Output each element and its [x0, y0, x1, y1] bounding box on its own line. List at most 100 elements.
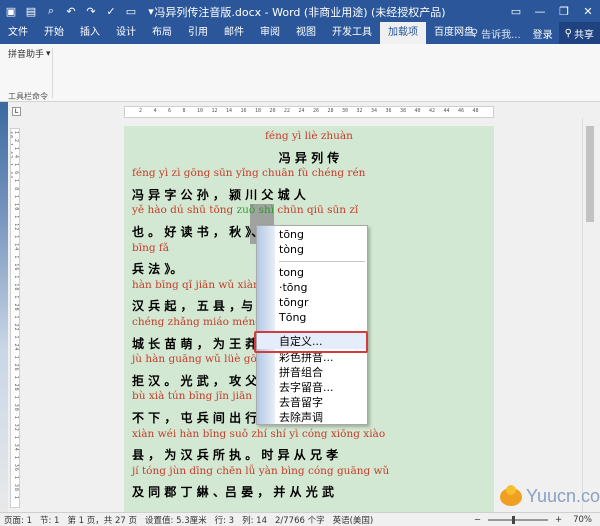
ruler-tick: 22: [284, 108, 291, 114]
ruler-tick: 42: [429, 108, 436, 114]
pinyin-helper-label: 拼音助手: [8, 50, 45, 60]
zoom-in-button[interactable]: +: [551, 515, 566, 525]
undo-icon[interactable]: ↶: [64, 4, 78, 18]
zoom-level[interactable]: 70%: [569, 515, 596, 525]
tab-mailings[interactable]: 邮件: [216, 22, 252, 44]
ruler-tick: 8: [182, 108, 186, 114]
save-icon[interactable]: ▣: [4, 4, 18, 18]
menu-item-capital-tong[interactable]: Tōng: [279, 311, 306, 324]
hanzi-line: 冯 异 字 公 孙 ， 颍 川 父 城 人: [132, 187, 306, 202]
tab-review[interactable]: 审阅: [252, 22, 288, 44]
menu-item-pinyin-combo[interactable]: 拼音组合: [279, 364, 323, 380]
menu-item-tong1[interactable]: tōng: [279, 228, 304, 241]
more-icon[interactable]: ▾: [144, 4, 158, 18]
tell-me-box[interactable]: ♀ 告诉我...: [465, 26, 527, 41]
close-icon[interactable]: ✕: [576, 0, 600, 22]
tab-insert[interactable]: 插入: [72, 22, 108, 44]
sign-in-button[interactable]: 登录: [527, 26, 559, 41]
watermark: Yuucn.com: [500, 484, 600, 507]
status-words[interactable]: 2/7766 个字: [271, 514, 329, 526]
vertical-ruler[interactable]: 1 2 1 4 1 6 1 8 1 10 1 12 1 14 1 16 1 18…: [10, 128, 20, 508]
menu-icon-column: [257, 226, 275, 424]
highlight-box: [254, 331, 368, 353]
status-section[interactable]: 节: 1: [36, 514, 63, 526]
zoom-slider[interactable]: [487, 515, 548, 524]
search-icon[interactable]: ⌕: [44, 4, 58, 18]
horizontal-ruler[interactable]: 2 4 6 8 10 12 14 16 18 20 22 24 26 28 30 32 34 36 38 40 42 44…: [124, 106, 494, 118]
open-folder-icon[interactable]: ▭: [124, 4, 138, 18]
tab-selector[interactable]: L: [12, 107, 21, 116]
redo-icon[interactable]: ↷: [84, 4, 98, 18]
status-page-of[interactable]: 第 1 页，共 27 页: [63, 514, 141, 526]
menu-item-tong0[interactable]: tong: [279, 266, 304, 279]
ruler-tick: 44: [443, 108, 450, 114]
ruler-tick: 34: [371, 108, 378, 114]
print-preview-icon[interactable]: ▤: [24, 4, 38, 18]
status-language[interactable]: 英语(美国): [329, 514, 378, 526]
lightbulb-icon: ♀: [470, 27, 479, 39]
ribbon: 拼音助手 ▾ 工具栏命令: [0, 44, 600, 102]
ruler-tick: 36: [385, 108, 392, 114]
share-button[interactable]: ⚲ 共享: [558, 22, 600, 44]
window-controls: ▭ — ❐ ✕: [504, 0, 600, 22]
tab-layout[interactable]: 布局: [144, 22, 180, 44]
ruler-tick: 18: [255, 108, 262, 114]
pinyin-context-menu: tōng tòng tong ·tōng tōngr Tōng 自定义... 彩…: [256, 225, 368, 425]
watermark-text: Yuucn.com: [526, 486, 600, 506]
menu-item-tong4[interactable]: tòng: [279, 243, 304, 256]
status-col[interactable]: 列: 14: [238, 514, 271, 526]
ribbon-display-icon[interactable]: ▭: [504, 0, 528, 22]
menu-item-tongr[interactable]: tōngr: [279, 296, 309, 309]
ruler-tick: 2: [139, 108, 143, 114]
menu-item-remove-sound-keep-char[interactable]: 去音留字: [279, 394, 323, 410]
ruler-tick: 24: [298, 108, 305, 114]
ruler-tick: 40: [414, 108, 421, 114]
ruler-tick: 20: [269, 108, 276, 114]
tab-right-area: ♀ 告诉我... 登录 ⚲ 共享: [465, 22, 600, 44]
ruler-tick: 6: [168, 108, 172, 114]
zoom-control: − + 70%: [470, 513, 596, 526]
ruler-tick: 46: [458, 108, 465, 114]
green-pinyin: zuǒ shì: [236, 204, 275, 217]
ruler-tick: 32: [356, 108, 363, 114]
tab-home[interactable]: 开始: [36, 22, 72, 44]
minimize-icon[interactable]: —: [528, 0, 552, 22]
tab-design[interactable]: 设计: [108, 22, 144, 44]
watermark-logo-icon: [500, 484, 522, 506]
pinyin-helper-button[interactable]: 拼音助手 ▾: [8, 47, 51, 61]
tab-references[interactable]: 引用: [180, 22, 216, 44]
person-icon: ⚲: [564, 27, 572, 39]
ruler-tick: 30: [342, 108, 349, 114]
tab-view[interactable]: 视图: [288, 22, 324, 44]
ribbon-tabs: 文件 开始 插入 设计 布局 引用 邮件 审阅 视图 开发工具 加载项 百度网盘…: [0, 22, 600, 44]
vertical-scrollbar[interactable]: [582, 118, 596, 512]
ruler-tick: 26: [313, 108, 320, 114]
ribbon-group-label: 工具栏命令: [8, 92, 48, 101]
menu-item-remove-char-keep-sound[interactable]: 去字留音...: [279, 379, 334, 395]
tab-file[interactable]: 文件: [0, 22, 36, 44]
hanzi-line: 冯 异 列 传: [278, 150, 340, 165]
status-page[interactable]: 页面: 1: [0, 514, 36, 526]
pinyin-line: xiàn wéi hàn bīng suǒ zhí shí yì cóng xi…: [132, 427, 386, 440]
zoom-out-button[interactable]: −: [470, 515, 485, 525]
share-label: 共享: [574, 29, 594, 41]
title-bar: ▣ ▤ ⌕ ↶ ↷ ✓ ▭ ▾ 冯异列传注音版.docx - Word (非商业…: [0, 0, 600, 22]
pinyin-line: jí tóng jùn dīng chēn lǚ yàn bìng cóng g…: [132, 464, 390, 477]
zoom-slider-knob[interactable]: [511, 515, 515, 524]
ruler-tick: 10: [197, 108, 204, 114]
status-row[interactable]: 行: 3: [211, 514, 238, 526]
status-position[interactable]: 设置值: 5.3厘米: [141, 514, 211, 526]
tab-developer[interactable]: 开发工具: [324, 22, 380, 44]
ruler-tick: 12: [211, 108, 218, 114]
scroll-thumb[interactable]: [586, 126, 594, 222]
tab-addins[interactable]: 加载项: [380, 22, 426, 44]
check-icon[interactable]: ✓: [104, 4, 118, 18]
restore-icon[interactable]: ❐: [552, 0, 576, 22]
ribbon-divider: [52, 48, 53, 98]
ruler-tick: 16: [240, 108, 247, 114]
menu-item-dot-tong[interactable]: ·tōng: [279, 281, 308, 294]
menu-item-remove-tone[interactable]: 去除声调: [279, 409, 323, 425]
desktop-edge: [0, 102, 8, 512]
ruler-tick: 4: [153, 108, 157, 114]
hanzi-line: 及 同 郡 丁 綝 、吕 晏 ， 并 从 光 武: [132, 485, 334, 500]
